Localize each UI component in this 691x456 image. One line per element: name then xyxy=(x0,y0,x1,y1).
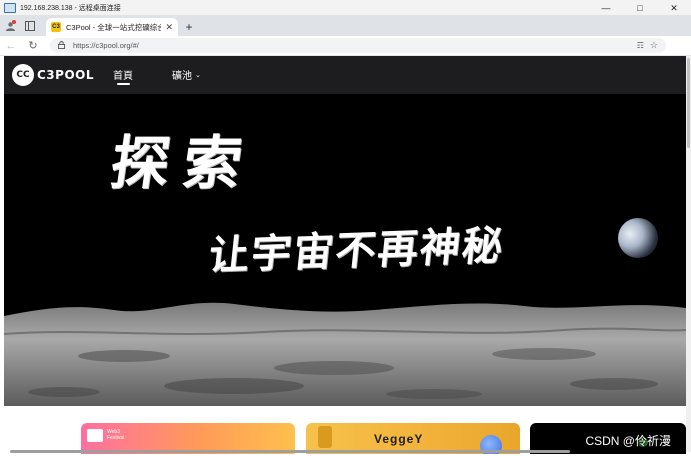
tab-title: C3Pool - 全球一站式挖礦综合服 xyxy=(66,22,162,32)
vertical-scrollbar[interactable] xyxy=(686,56,691,452)
nav-pools-dropdown[interactable]: 礦池 ⌄ xyxy=(172,67,201,82)
tab-c3pool[interactable]: C3 C3Pool - 全球一站式挖礦综合服 ✕ xyxy=(46,18,178,36)
site-logo[interactable]: CC C3POOL xyxy=(12,64,94,86)
profile-icon[interactable] xyxy=(0,16,20,36)
web3-logo-icon xyxy=(87,429,103,442)
maximize-icon[interactable]: □ xyxy=(623,0,657,16)
promo-cards: Web3 Festival VeggeY xyxy=(4,406,686,454)
new-tab-icon[interactable]: + xyxy=(178,18,200,36)
window-controls: — □ ✕ xyxy=(589,0,691,16)
hero-subtitle: 让宇宙不再神秘 xyxy=(206,221,507,280)
nav-pools-label: 礦池 xyxy=(172,71,192,82)
tab-actions-icon[interactable] xyxy=(20,16,40,36)
page-viewport: CC C3POOL 首頁 礦池 ⌄ 探索 让宇宙不再神秘 Web3 Festiv… xyxy=(4,56,686,454)
card-a-brand: Web3 Festival xyxy=(107,429,125,441)
reader-mode-icon[interactable]: ☶ xyxy=(637,41,644,50)
lock-icon[interactable] xyxy=(58,40,65,51)
nav-home-link[interactable]: 首頁 xyxy=(113,67,133,82)
hero-title: 探索 xyxy=(106,129,261,197)
browser-tabstrip: C3 C3Pool - 全球一站式挖礦综合服 ✕ + xyxy=(0,16,691,36)
horizontal-scrollbar[interactable] xyxy=(4,449,686,454)
logo-text: C3POOL xyxy=(37,68,94,82)
nav-active-underline xyxy=(117,83,130,85)
watermark-text: CSDN @伶祈漫 xyxy=(585,434,671,448)
back-arrow-icon[interactable]: ← xyxy=(0,36,22,56)
card-b-brand: VeggeY xyxy=(374,432,424,446)
hero-banner: 探索 让宇宙不再神秘 xyxy=(4,94,686,406)
site-navbar: CC C3POOL 首頁 礦池 ⌄ xyxy=(4,56,686,94)
close-icon[interactable]: ✕ xyxy=(657,0,691,16)
lunar-surface-image xyxy=(4,302,686,406)
chevron-down-icon: ⌄ xyxy=(195,71,201,79)
remote-desktop-title: 192.168.238.138 - 远程桌面连接 xyxy=(20,4,121,12)
bookmark-star-icon[interactable]: ☆ xyxy=(650,40,658,51)
c3pool-logo-icon: CC xyxy=(12,64,34,86)
c3pool-favicon-icon: C3 xyxy=(51,22,61,32)
refresh-icon[interactable]: ↻ xyxy=(22,36,44,56)
planet-image xyxy=(618,218,658,258)
address-bar[interactable]: https://c3pool.org/#/ ☶ ☆ xyxy=(50,38,666,53)
remote-desktop-titlebar: 192.168.238.138 - 远程桌面连接 — □ ✕ xyxy=(0,0,691,16)
notification-dot xyxy=(12,20,16,24)
vertical-scroll-thumb[interactable] xyxy=(687,58,690,148)
tab-close-icon[interactable]: ✕ xyxy=(165,22,173,33)
coin-icon xyxy=(318,426,332,448)
horizontal-scroll-thumb[interactable] xyxy=(10,450,570,453)
url-text[interactable]: https://c3pool.org/#/ xyxy=(73,41,633,50)
remote-desktop-icon xyxy=(4,2,16,13)
minimize-icon[interactable]: — xyxy=(589,0,623,16)
browser-toolbar: ← ↻ https://c3pool.org/#/ ☶ ☆ xyxy=(0,36,691,56)
